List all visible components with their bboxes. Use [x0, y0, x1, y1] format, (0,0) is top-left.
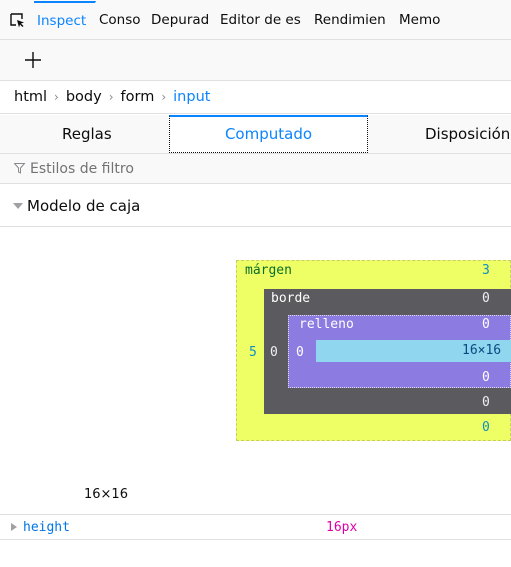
element-picker-icon	[10, 12, 24, 27]
filter-styles-bar: Estilos de filtro	[0, 154, 511, 184]
toolbox-tabbar: Inspect Conso Depurad Editor de es Rendi…	[0, 0, 511, 40]
element-size-readout: 16×16	[84, 487, 128, 502]
devtools-panel: Inspect Conso Depurad Editor de es Rendi…	[0, 0, 511, 567]
section-title: Modelo de caja	[27, 196, 141, 215]
breadcrumb: html › body › form › input	[0, 81, 511, 114]
tab-memory[interactable]: Memo	[396, 1, 449, 39]
tab-label: Rendimien	[314, 11, 386, 28]
border-bottom-value[interactable]: 0	[482, 395, 490, 410]
breadcrumb-item-input[interactable]: input	[173, 89, 210, 105]
tab-console[interactable]: Conso	[96, 1, 148, 39]
margin-top-value[interactable]: 3	[482, 263, 490, 278]
chevron-right-icon: ›	[108, 90, 114, 104]
padding-top-value[interactable]: 0	[482, 317, 490, 332]
border-label: borde	[271, 291, 311, 306]
margin-left-value[interactable]: 5	[249, 345, 257, 360]
add-node-icon[interactable]	[22, 49, 44, 71]
tab-label: Inspect	[37, 12, 87, 29]
property-name: height	[23, 519, 70, 535]
box-model-header[interactable]: Modelo de caja	[0, 185, 511, 227]
breadcrumb-item-html[interactable]: html	[14, 89, 47, 105]
chevron-right-icon: ›	[161, 90, 167, 104]
tab-debugger[interactable]: Depurad	[148, 1, 217, 39]
property-value: 16px	[326, 520, 358, 535]
tab-label: Depurad	[151, 11, 210, 28]
tab-performance[interactable]: Rendimien	[311, 1, 396, 39]
tab-label: Memo	[399, 11, 441, 28]
tab-style-editor[interactable]: Editor de es	[217, 1, 311, 39]
tab-computed[interactable]: Computado	[169, 115, 368, 153]
triangle-right-icon[interactable]	[9, 522, 19, 532]
filter-icon	[14, 163, 25, 174]
computed-property-row[interactable]: height 16px	[0, 514, 511, 540]
tab-layout[interactable]: Disposición	[425, 115, 510, 153]
border-top-value[interactable]: 0	[482, 291, 490, 306]
sidebar-tabs: Reglas Computado Disposición	[0, 115, 511, 154]
margin-label: márgen	[245, 263, 292, 278]
tab-label: Conso	[99, 11, 141, 28]
padding-bottom-value[interactable]: 0	[482, 370, 490, 385]
tab-inspector[interactable]: Inspect	[34, 0, 96, 39]
breadcrumb-item-form[interactable]: form	[121, 89, 155, 105]
border-left-value[interactable]: 0	[270, 345, 278, 360]
margin-bottom-value[interactable]: 0	[482, 420, 490, 435]
breadcrumb-item-body[interactable]: body	[66, 89, 102, 105]
content-size-value: 16×16	[462, 343, 502, 358]
padding-left-value[interactable]: 0	[296, 345, 304, 360]
tab-label: Editor de es	[220, 11, 301, 28]
inspector-toolbar	[0, 40, 511, 81]
chevron-right-icon: ›	[54, 90, 59, 104]
triangle-down-icon	[13, 202, 23, 209]
padding-label: relleno	[299, 317, 354, 332]
filter-styles-input[interactable]: Estilos de filtro	[30, 161, 134, 177]
element-picker-button[interactable]	[0, 1, 34, 39]
tab-rules[interactable]: Reglas	[62, 115, 112, 153]
